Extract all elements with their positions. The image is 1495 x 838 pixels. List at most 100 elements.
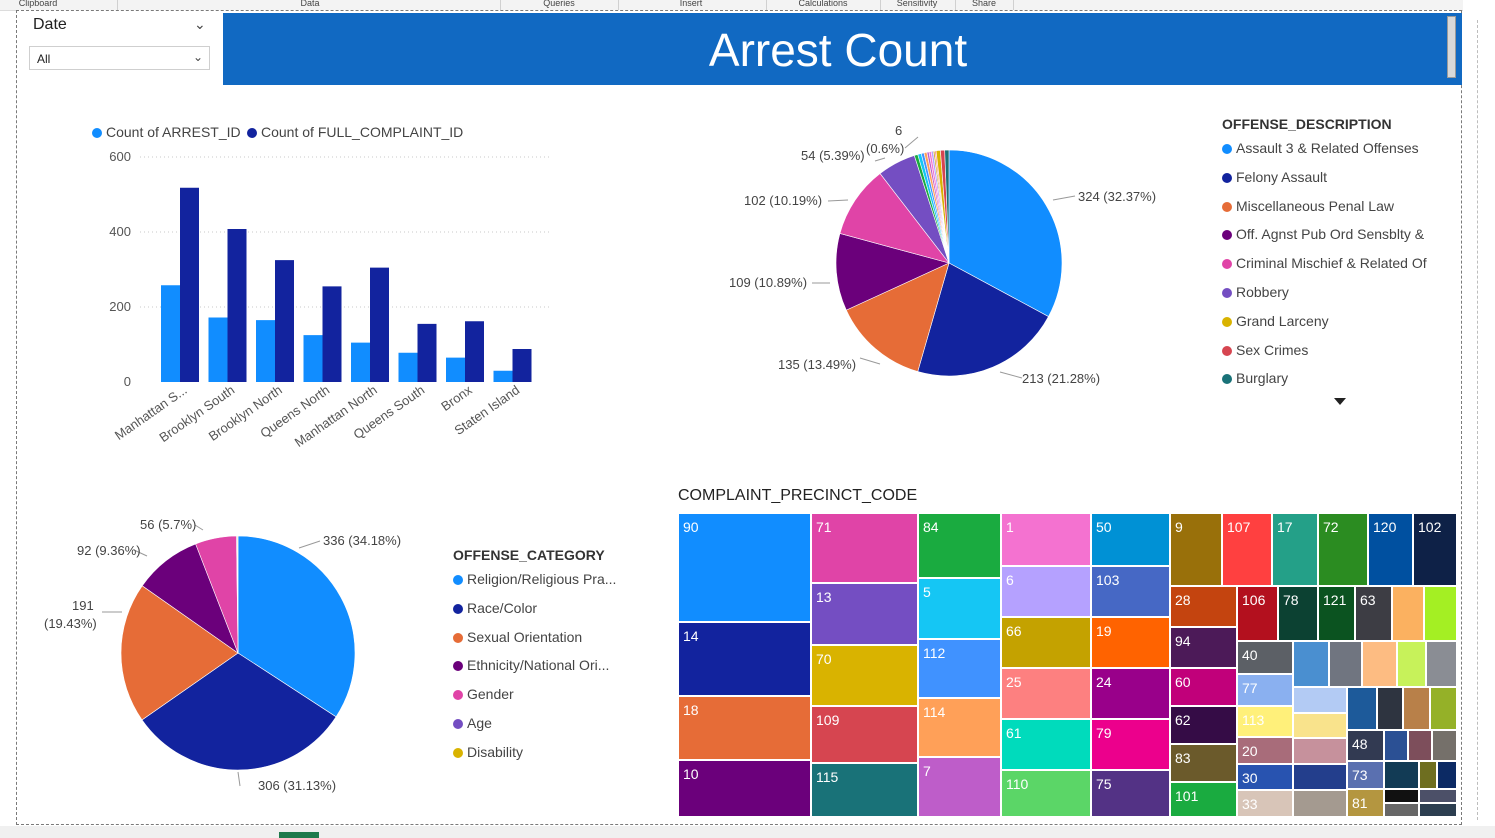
legend-item[interactable]: Sexual Orientation	[453, 629, 582, 645]
treemap-cell[interactable]: 33	[1237, 790, 1293, 817]
treemap-cell[interactable]: 30	[1237, 764, 1293, 790]
treemap-cell[interactable]: 50	[1091, 513, 1170, 566]
treemap-cell[interactable]: 106	[1237, 586, 1278, 641]
treemap-cell[interactable]	[1293, 738, 1347, 764]
treemap-cell[interactable]: 113	[1237, 706, 1293, 737]
legend-item[interactable]: Miscellaneous Penal Law	[1222, 198, 1394, 214]
treemap-cell[interactable]: 60	[1170, 668, 1237, 706]
treemap-cell[interactable]	[1419, 761, 1437, 789]
bar[interactable]	[465, 321, 484, 382]
treemap-cell[interactable]: 5	[918, 578, 1001, 639]
treemap-cell[interactable]: 110	[1001, 770, 1091, 817]
treemap-cell[interactable]	[1384, 803, 1419, 817]
treemap-cell[interactable]	[1377, 687, 1403, 730]
treemap-cell[interactable]	[1426, 641, 1457, 687]
legend-item[interactable]: Criminal Mischief & Related Of	[1222, 255, 1427, 271]
treemap-cell[interactable]: 103	[1091, 566, 1170, 617]
legend-item[interactable]: Sex Crimes	[1222, 342, 1308, 358]
bar[interactable]	[227, 229, 247, 382]
treemap-cell[interactable]: 121	[1318, 586, 1355, 641]
bar[interactable]	[398, 352, 418, 382]
treemap-cell[interactable]	[1403, 687, 1430, 730]
treemap-cell[interactable]: 48	[1347, 730, 1384, 761]
treemap-cell[interactable]: 40	[1237, 641, 1293, 674]
bar[interactable]	[446, 357, 465, 382]
bar[interactable]	[208, 317, 228, 383]
treemap-cell[interactable]	[1408, 730, 1432, 761]
treemap-cell[interactable]: 61	[1001, 719, 1091, 770]
treemap-cell[interactable]: 72	[1318, 513, 1368, 586]
treemap-cell[interactable]	[1347, 687, 1377, 730]
treemap-cell[interactable]: 28	[1170, 586, 1237, 627]
bar[interactable]	[493, 370, 513, 382]
treemap-cell[interactable]: 102	[1413, 513, 1457, 586]
treemap-cell[interactable]	[1419, 803, 1457, 817]
treemap-cell[interactable]: 13	[811, 583, 918, 645]
legend-item[interactable]: Gender	[453, 686, 514, 702]
legend-item[interactable]: Religion/Religious Pra...	[453, 571, 616, 587]
treemap-cell[interactable]: 79	[1091, 719, 1170, 770]
treemap-cell[interactable]: 109	[811, 706, 918, 763]
treemap-cell[interactable]: 20	[1237, 737, 1293, 764]
active-page-tab[interactable]	[279, 832, 319, 838]
treemap-cell[interactable]: 10	[678, 760, 811, 817]
legend-item[interactable]: Robbery	[1222, 284, 1289, 300]
treemap-cell[interactable]	[1424, 586, 1457, 641]
bar[interactable]	[275, 260, 294, 382]
treemap-cell[interactable]: 25	[1001, 668, 1091, 719]
treemap-cell[interactable]	[1293, 713, 1347, 738]
treemap-cell[interactable]: 24	[1091, 668, 1170, 719]
bar[interactable]	[417, 323, 437, 382]
treemap-cell[interactable]	[1430, 687, 1457, 730]
bar[interactable]	[180, 187, 199, 382]
treemap-cell[interactable]: 6	[1001, 566, 1091, 617]
ribbon-group-calculations[interactable]: Calculations	[788, 0, 858, 9]
treemap-cell[interactable]: 18	[678, 696, 811, 760]
treemap-cell[interactable]	[1293, 790, 1347, 817]
treemap-cell[interactable]	[1384, 730, 1408, 761]
bar[interactable]	[351, 342, 370, 382]
treemap-cell[interactable]: 120	[1368, 513, 1413, 586]
treemap-cell[interactable]: 19	[1091, 617, 1170, 668]
treemap-cell[interactable]: 83	[1170, 744, 1237, 782]
treemap-cell[interactable]: 77	[1237, 674, 1293, 706]
treemap-cell[interactable]: 84	[918, 513, 1001, 578]
treemap-cell[interactable]	[1397, 641, 1426, 687]
scrollbar-thumb[interactable]	[1447, 16, 1456, 78]
treemap-cell[interactable]: 66	[1001, 617, 1091, 668]
ribbon-group-share[interactable]: Share	[962, 0, 1006, 9]
treemap-cell[interactable]	[1293, 641, 1329, 687]
treemap-cell[interactable]	[1392, 586, 1424, 641]
treemap-cell[interactable]	[1362, 641, 1397, 687]
treemap-cell[interactable]: 63	[1355, 586, 1392, 641]
treemap-cell[interactable]: 75	[1091, 770, 1170, 817]
legend-item[interactable]: Age	[453, 715, 492, 731]
legend-item[interactable]: Burglary	[1222, 370, 1288, 386]
treemap-cell[interactable]: 14	[678, 622, 811, 696]
bar[interactable]	[322, 286, 342, 382]
ribbon-group-sensitivity[interactable]: Sensitivity	[888, 0, 946, 9]
legend-item[interactable]: Felony Assault	[1222, 169, 1327, 185]
treemap-cell[interactable]: 112	[918, 639, 1001, 698]
bar[interactable]	[161, 285, 180, 382]
legend-item[interactable]: Grand Larceny	[1222, 313, 1329, 329]
bar[interactable]	[256, 320, 275, 382]
treemap-cell[interactable]: 78	[1278, 586, 1318, 641]
treemap-cell[interactable]: 70	[811, 645, 918, 706]
legend-item[interactable]: Off. Agnst Pub Ord Sensblty &	[1222, 226, 1424, 242]
treemap-cell[interactable]	[1384, 789, 1419, 803]
legend-scroll-down-icon[interactable]	[1334, 398, 1346, 405]
legend-item[interactable]: Ethnicity/National Ori...	[453, 657, 609, 673]
treemap-cell[interactable]: 107	[1222, 513, 1272, 586]
treemap-cell[interactable]: 101	[1170, 782, 1237, 817]
treemap-cell[interactable]: 90	[678, 513, 811, 622]
treemap-cell[interactable]: 9	[1170, 513, 1222, 586]
bar[interactable]	[370, 267, 389, 382]
bar-chart[interactable]: 0200400600 Manhattan S...Brooklyn SouthB…	[0, 0, 600, 470]
bar[interactable]	[512, 349, 532, 382]
treemap-cell[interactable]: 114	[918, 698, 1001, 757]
bar[interactable]	[303, 335, 323, 382]
treemap-cell[interactable]: 94	[1170, 627, 1237, 668]
treemap-cell[interactable]	[1329, 641, 1362, 687]
treemap-cell[interactable]: 17	[1272, 513, 1318, 586]
